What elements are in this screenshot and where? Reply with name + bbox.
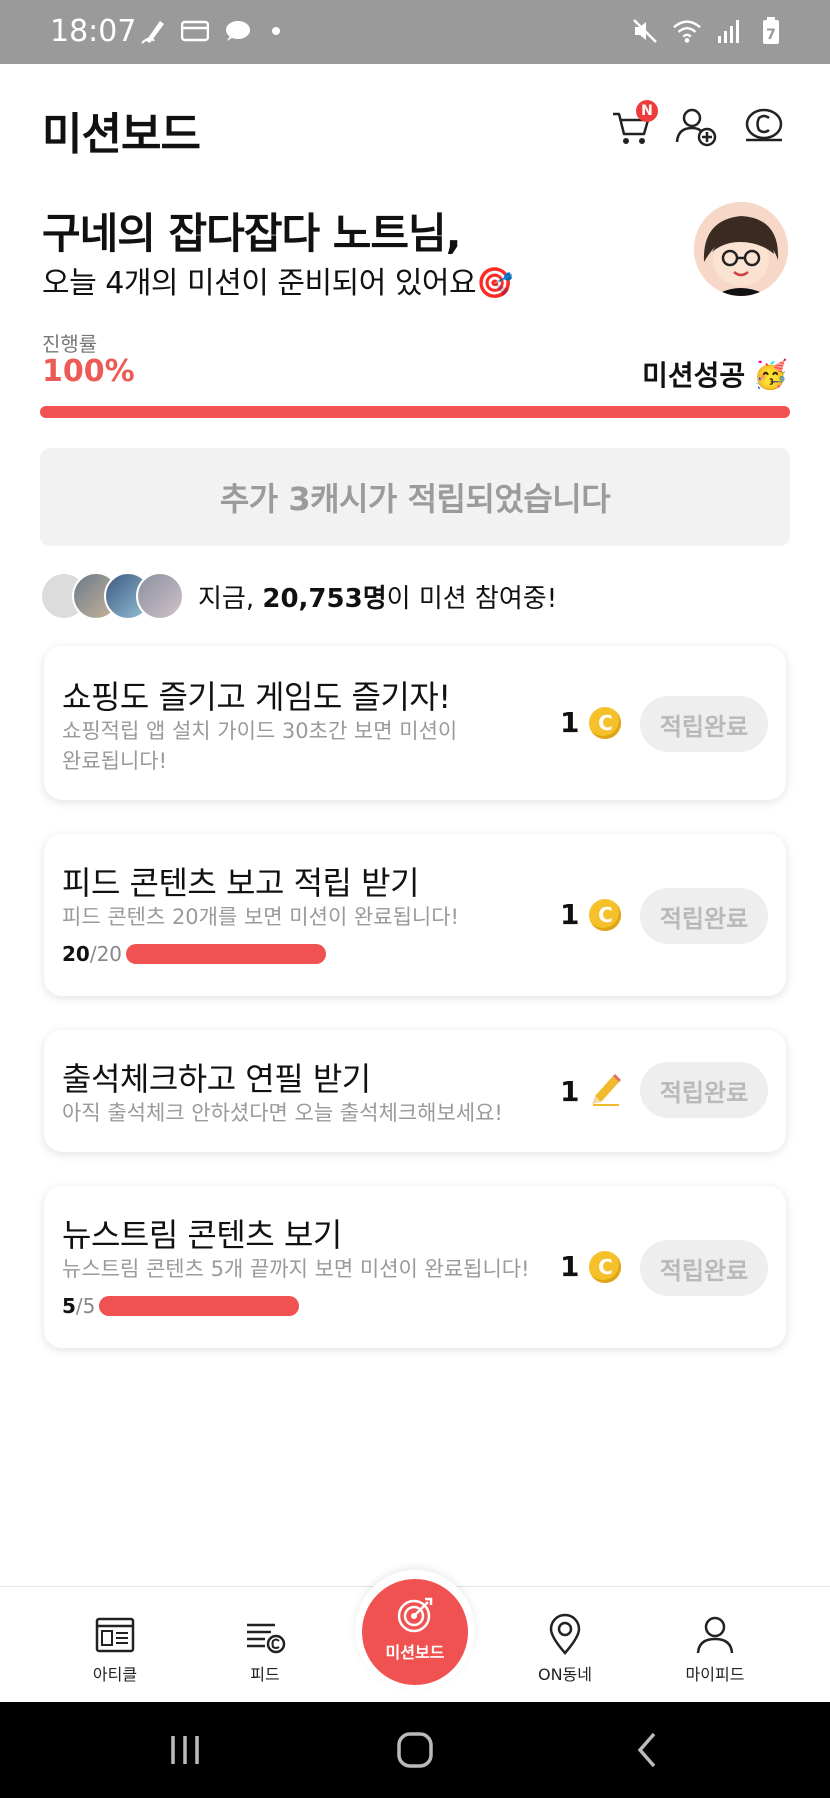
collect-done-button[interactable]: 적립완료 (640, 696, 768, 752)
party-emoji-icon: 🥳 (753, 357, 788, 391)
feed-icon (247, 1623, 286, 1654)
mission-title: 쇼핑도 즐기고 게임도 즐기자! (62, 678, 451, 716)
battery-icon: 7 (756, 16, 786, 46)
coin-icon: C (589, 706, 622, 739)
back-icon (637, 1732, 656, 1768)
location-pin-icon (549, 1613, 581, 1655)
participants-row: 지금, 20,753명이 미션 참여중! (40, 570, 557, 622)
chat-bubble-icon (222, 16, 252, 46)
mission-card[interactable]: 출석체크하고 연필 받기 아직 출석체크 안하셨다면 오늘 출석체크해보세요! … (44, 1030, 786, 1152)
collect-done-button[interactable]: 적립완료 (640, 1062, 768, 1118)
pencil-icon (589, 1072, 623, 1110)
status-right-icons: 7 (630, 16, 786, 46)
mission-card[interactable]: 피드 콘텐츠 보고 적립 받기 피드 콘텐츠 20개를 보면 미션이 완료됩니다… (44, 834, 786, 996)
reward-amount: 1 (560, 1250, 580, 1283)
cash-icon (745, 108, 783, 142)
mission-title: 뉴스트림 콘텐츠 보기 (62, 1216, 342, 1254)
mission-reward: 1 C (560, 898, 622, 931)
article-icon (95, 1617, 135, 1653)
mission-card[interactable]: 쇼핑도 즐기고 게임도 즐기자! 쇼핑적립 앱 설치 가이드 30초간 보면 미… (44, 646, 786, 800)
greeting-subtitle-text: 오늘 4개의 미션이 준비되어 있어요 (42, 266, 477, 301)
wifi-icon (672, 16, 702, 46)
dot-icon (272, 27, 280, 35)
avatar[interactable] (694, 202, 788, 296)
cash-notice: 추가 3캐시가 적립되었습니다 (40, 448, 790, 546)
coin-icon: C (589, 898, 622, 931)
coin-icon: C (589, 1250, 622, 1283)
reward-amount: 1 (560, 898, 580, 931)
cart-button[interactable]: N (606, 100, 658, 152)
nav-label: 아티클 (92, 1665, 138, 1684)
mission-reward: 1 C (560, 706, 622, 739)
add-friend-button[interactable] (670, 100, 722, 152)
reward-amount: 1 (560, 1074, 580, 1108)
progress-bar (40, 406, 790, 418)
target-icon (397, 1597, 433, 1633)
participant-avatar (136, 572, 184, 620)
nav-label: 미션보드 (385, 1643, 445, 1662)
mission-reward: 1 (560, 1072, 623, 1110)
progress-done: 20 (62, 942, 90, 966)
nav-item-on-neighborhood[interactable]: ON동네 (515, 1613, 615, 1685)
wallet-icon (180, 16, 210, 46)
reward-amount: 1 (560, 706, 580, 739)
status-bar: 18:07 7 (0, 0, 830, 64)
progress-total: /20 (89, 942, 123, 966)
mission-progress-bar (99, 1296, 300, 1316)
status-left-icons (138, 16, 280, 46)
back-button[interactable] (622, 1728, 672, 1772)
status-time: 18:07 (50, 14, 137, 49)
target-emoji-icon: 🎯 (476, 266, 513, 301)
nav-label: ON동네 (537, 1665, 592, 1684)
mute-icon (630, 16, 660, 46)
progress-total: /5 (75, 1294, 96, 1318)
signal-icon (714, 16, 744, 46)
mission-card[interactable]: 뉴스트림 콘텐츠 보기 뉴스트림 콘텐츠 5개 끝까지 보면 미션이 완료됩니다… (44, 1186, 786, 1348)
mission-title: 출석체크하고 연필 받기 (62, 1060, 371, 1098)
svg-text:7: 7 (766, 27, 776, 43)
home-button[interactable] (390, 1728, 440, 1772)
nav-item-article[interactable]: 아티클 (65, 1613, 165, 1685)
greeting-name: 구네의 잡다잡다 노트님, (42, 209, 462, 258)
mission-progress-bar (126, 944, 327, 964)
mission-description: 피드 콘텐츠 20개를 보면 미션이 완료됩니다! (62, 905, 459, 929)
recent-apps-icon (171, 1736, 199, 1764)
progress-status-text: 미션성공 (642, 359, 746, 392)
app-header: 미션보드 N (0, 64, 830, 184)
progress-value: 100% (42, 354, 135, 389)
progress-status: 미션성공 🥳 (642, 354, 788, 394)
home-icon (397, 1732, 433, 1768)
participants-count: 20,753명 (262, 583, 387, 614)
participants-text: 지금, 20,753명이 미션 참여중! (198, 583, 558, 614)
cart-badge: N (636, 100, 658, 122)
person-icon (696, 1616, 734, 1654)
mission-description: 쇼핑적립 앱 설치 가이드 30초간 보면 미션이 완료됩니다! (62, 719, 458, 773)
system-navigation-bar (0, 1702, 830, 1798)
page-title: 미션보드 (42, 109, 201, 160)
recent-apps-button[interactable] (160, 1728, 210, 1772)
pen-icon (138, 16, 168, 46)
nav-item-mission-board[interactable]: 미션보드 (362, 1579, 468, 1685)
progress-done: 5 (62, 1294, 76, 1318)
mission-description: 아직 출석체크 안하셨다면 오늘 출석체크해보세요! (62, 1101, 503, 1125)
mission-progress: 5/5 (62, 1294, 300, 1318)
add-friend-icon (675, 108, 717, 147)
mission-progress: 20/20 (62, 942, 327, 966)
mission-reward: 1 C (560, 1250, 622, 1283)
progress-bar-fill (40, 406, 790, 418)
avatar-illustration-icon (694, 202, 788, 296)
nav-item-my-feed[interactable]: 마이피드 (665, 1613, 765, 1685)
nav-label: 피드 (250, 1665, 280, 1684)
mission-title: 피드 콘텐츠 보고 적립 받기 (62, 864, 420, 902)
mission-description: 뉴스트림 콘텐츠 5개 끝까지 보면 미션이 완료됩니다! (62, 1257, 530, 1281)
nav-label: 마이피드 (685, 1665, 745, 1684)
cash-button[interactable] (738, 100, 790, 152)
progress-label: 진행률 (42, 332, 98, 356)
collect-done-button[interactable]: 적립완료 (640, 1240, 768, 1296)
collect-done-button[interactable]: 적립완료 (640, 888, 768, 944)
greeting-subtitle: 오늘 4개의 미션이 준비되어 있어요🎯 (42, 258, 513, 302)
nav-item-feed[interactable]: 피드 (215, 1613, 315, 1685)
